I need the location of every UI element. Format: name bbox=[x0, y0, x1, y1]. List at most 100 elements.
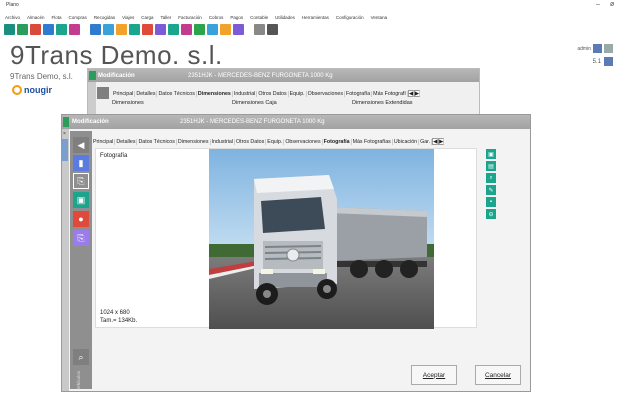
field-box-dimensions: Dimensiones Caja bbox=[232, 100, 277, 106]
toolbar-button-icon[interactable] bbox=[220, 24, 231, 35]
menu-item[interactable]: Herramientas bbox=[302, 15, 329, 20]
tab[interactable]: Industrial bbox=[211, 138, 236, 145]
photo-tools: ▣ ▤ ⌕ ✎ ▪ ⊖ bbox=[486, 149, 496, 221]
menu-item[interactable]: Facturación bbox=[178, 15, 202, 20]
menu-item[interactable]: Viajes bbox=[122, 15, 134, 20]
delete-icon[interactable]: ⊖ bbox=[486, 209, 496, 219]
toolbar-button-icon[interactable] bbox=[30, 24, 41, 35]
toolbar-button-icon[interactable] bbox=[129, 24, 140, 35]
user-delete-icon[interactable]: ● bbox=[73, 211, 89, 227]
user-icon[interactable] bbox=[593, 44, 602, 53]
toolbar-button-icon[interactable] bbox=[155, 24, 166, 35]
toolbar-button-icon[interactable] bbox=[90, 24, 101, 35]
tab[interactable]: Observaciones bbox=[284, 138, 323, 145]
accept-button[interactable]: Aceptar bbox=[411, 365, 457, 385]
menu-item[interactable]: Recogidas bbox=[94, 15, 115, 20]
tab[interactable]: Gar. bbox=[419, 138, 433, 145]
refresh-icon[interactable] bbox=[604, 57, 613, 66]
truck-image bbox=[209, 149, 434, 329]
menu-item[interactable]: Utilidades bbox=[275, 15, 295, 20]
scan-icon[interactable]: ▤ bbox=[486, 161, 496, 171]
edit-icon[interactable]: ✎ bbox=[486, 185, 496, 195]
tab[interactable]: Equip. bbox=[289, 90, 307, 97]
bg-window-tabs: Principal Detalles Datos Técnicos Dimension… bbox=[112, 89, 420, 98]
tab-scroll-right-icon[interactable]: ▶ bbox=[438, 138, 445, 145]
toolbar-button-icon[interactable] bbox=[267, 24, 278, 35]
close-button[interactable]: ø bbox=[610, 1, 614, 8]
save-icon[interactable]: ▪ bbox=[486, 197, 496, 207]
load-image-icon[interactable]: ▣ bbox=[486, 149, 496, 159]
menu-item[interactable]: Taller bbox=[161, 15, 172, 20]
bg-window-subtitle: 2351HJK - MERCEDES-BENZ FURGONETA 1000 K… bbox=[188, 72, 333, 79]
truck-photo[interactable] bbox=[209, 149, 434, 329]
toolbar-button-icon[interactable] bbox=[233, 24, 244, 35]
version-label: 5.1 bbox=[592, 58, 601, 65]
toolbar-button-icon[interactable] bbox=[254, 24, 265, 35]
toolbar-button-icon[interactable] bbox=[194, 24, 205, 35]
toolbar-button-icon[interactable] bbox=[103, 24, 114, 35]
tab[interactable]: Industrial bbox=[233, 90, 258, 97]
toolbar-button-icon[interactable] bbox=[207, 24, 218, 35]
bg-window-titlebar: Modificación 2351HJK - MERCEDES-BENZ FUR… bbox=[88, 69, 479, 82]
tab[interactable]: Datos Técnicos bbox=[157, 90, 197, 97]
menu-item[interactable]: Carga bbox=[141, 15, 153, 20]
tab[interactable]: Otros Datos bbox=[257, 90, 289, 97]
menu-item[interactable]: Compras bbox=[69, 15, 87, 20]
tab[interactable]: Ubicación bbox=[393, 138, 420, 145]
tab[interactable]: Dimensiones bbox=[197, 90, 233, 97]
toolbar-button-icon[interactable] bbox=[168, 24, 179, 35]
menu-item[interactable]: Pagos bbox=[230, 15, 243, 20]
toolbar-button-icon[interactable] bbox=[181, 24, 192, 35]
bg-window-title: Modificación bbox=[98, 72, 135, 79]
tab[interactable]: Fotografía bbox=[345, 90, 373, 97]
action-sidebar: ◀ ▮ ⎘ ▣ ● ⎘ ⌕ Vehículos bbox=[70, 131, 92, 391]
tab[interactable]: Fotografía bbox=[323, 138, 352, 145]
tab[interactable]: Más Fotografí bbox=[372, 90, 408, 97]
bg-window-fields: Dimensiones Dimensiones Caja Dimensiones… bbox=[112, 100, 472, 106]
tab[interactable]: Dimensiones bbox=[177, 138, 211, 145]
tab[interactable]: Más Fotografías bbox=[352, 138, 393, 145]
toolbar-button-icon[interactable] bbox=[56, 24, 67, 35]
duplicate-icon[interactable]: ⎘ bbox=[73, 230, 89, 246]
menu-item[interactable]: Configuración bbox=[336, 15, 364, 20]
bg-window-first-icon[interactable] bbox=[97, 87, 109, 99]
tab[interactable]: Principal bbox=[92, 138, 116, 145]
toolbar-button-icon[interactable] bbox=[4, 24, 15, 35]
tab[interactable]: Equip. bbox=[266, 138, 285, 145]
image-icon[interactable]: ▣ bbox=[73, 192, 89, 208]
company-name: 9Trans Demo, s.l. bbox=[10, 72, 73, 81]
cancel-button[interactable]: Cancelar bbox=[475, 365, 521, 385]
toolbar-button-icon[interactable] bbox=[69, 24, 80, 35]
toolbar bbox=[4, 23, 278, 36]
window-icon bbox=[89, 71, 96, 80]
menu-item[interactable]: Archivo bbox=[5, 15, 20, 20]
menu-item[interactable]: Ventana bbox=[371, 15, 388, 20]
menu-item[interactable]: Flota bbox=[52, 15, 62, 20]
tab[interactable]: Detalles bbox=[115, 138, 138, 145]
menu-item[interactable]: Contable bbox=[250, 15, 268, 20]
tab[interactable]: Observaciones bbox=[307, 90, 345, 97]
tab-scroll-right-icon[interactable]: ▶ bbox=[413, 90, 420, 97]
zoom-icon[interactable]: ⌕ bbox=[486, 173, 496, 183]
close-strip-icon[interactable]: × bbox=[63, 131, 66, 137]
nougir-logo: nougir bbox=[12, 85, 52, 95]
tab[interactable]: Datos Técnicos bbox=[137, 138, 177, 145]
photo-size: Tam.= 134Kb. bbox=[100, 318, 138, 324]
tab[interactable]: Principal bbox=[112, 90, 136, 97]
menu-item[interactable]: Almacén bbox=[27, 15, 45, 20]
new-document-icon[interactable]: ▮ bbox=[73, 155, 89, 171]
minimize-button[interactable]: – bbox=[596, 1, 600, 8]
field-extended-dimensions: Dimensiones Extendidas bbox=[352, 100, 413, 106]
strip-scroll-icon[interactable] bbox=[62, 139, 68, 161]
search-icon[interactable]: ⌕ bbox=[73, 349, 89, 365]
tab[interactable]: Detalles bbox=[135, 90, 158, 97]
menu-item[interactable]: Cobros bbox=[209, 15, 224, 20]
toolbar-button-icon[interactable] bbox=[17, 24, 28, 35]
copy-icon[interactable]: ⎘ bbox=[73, 173, 89, 189]
toolbar-button-icon[interactable] bbox=[142, 24, 153, 35]
logout-icon[interactable] bbox=[604, 44, 613, 53]
first-record-icon[interactable]: ◀ bbox=[73, 137, 89, 153]
tab[interactable]: Otros Datos bbox=[235, 138, 267, 145]
toolbar-button-icon[interactable] bbox=[116, 24, 127, 35]
toolbar-button-icon[interactable] bbox=[43, 24, 54, 35]
